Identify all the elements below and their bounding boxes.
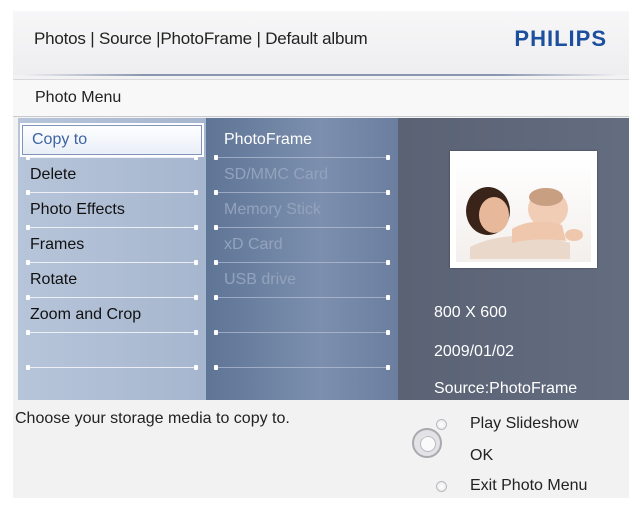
brand-logo: PHILIPS xyxy=(514,26,607,51)
help-text: Choose your storage media to copy to. xyxy=(15,410,290,427)
submenu-item-label: USB drive xyxy=(224,271,297,288)
menu-item-rotate[interactable]: Rotate xyxy=(18,263,206,297)
menu-item-frames[interactable]: Frames xyxy=(18,228,206,262)
header-divider xyxy=(23,74,619,76)
submenu-item-label: SD/MMC Card xyxy=(224,166,329,183)
photo-resolution: 800 X 600 xyxy=(434,304,507,321)
menu-item-copy-to[interactable]: Copy to xyxy=(20,123,204,157)
menu-item-label: Frames xyxy=(30,236,85,253)
divider xyxy=(26,365,198,370)
submenu-item-usb-drive: USB drive xyxy=(206,263,398,297)
photo-date: 2009/01/02 xyxy=(434,343,515,360)
menu-item-label: Zoom and Crop xyxy=(30,306,142,323)
submenu-item-memory-stick: Memory Stick xyxy=(206,193,398,227)
photo-thumbnail xyxy=(450,151,597,268)
divider xyxy=(214,330,390,335)
divider xyxy=(214,295,390,300)
ok-label: OK xyxy=(470,447,494,464)
submenu-item-sd-mmc-card: SD/MMC Card xyxy=(206,158,398,192)
submenu-item-photoframe[interactable]: PhotoFrame xyxy=(206,123,398,157)
submenu-item-label: xD Card xyxy=(224,236,283,253)
menu-item-label: Copy to xyxy=(32,131,88,148)
storage-submenu: PhotoFrame SD/MMC Card Memory Stick xD C… xyxy=(206,118,398,400)
photo-menu-list: Copy to Delete Photo Effects Frames Rota… xyxy=(18,118,206,400)
ok-button[interactable] xyxy=(412,428,442,458)
submenu-item-label: Memory Stick xyxy=(224,201,321,218)
page-title: Photo Menu xyxy=(35,89,122,106)
submenu-item-xd-card: xD Card xyxy=(206,228,398,262)
photo-info-panel: 800 X 600 2009/01/02 Source:PhotoFrame xyxy=(398,118,629,400)
menu-item-zoom-and-crop[interactable]: Zoom and Crop xyxy=(18,298,206,332)
exit-photo-menu-button-icon[interactable] xyxy=(436,481,447,492)
menu-item-label: Rotate xyxy=(30,271,78,288)
photo-source: Source:PhotoFrame xyxy=(434,380,578,397)
menu-item-delete[interactable]: Delete xyxy=(18,158,206,192)
photo-thumbnail-image xyxy=(456,157,591,262)
exit-photo-menu-label: Exit Photo Menu xyxy=(470,477,588,494)
divider xyxy=(214,365,390,370)
divider xyxy=(26,330,198,335)
submenu-item-label: PhotoFrame xyxy=(224,131,313,148)
play-slideshow-label: Play Slideshow xyxy=(470,415,579,432)
play-slideshow-button-icon[interactable] xyxy=(436,419,447,430)
menu-item-label: Delete xyxy=(30,166,77,183)
menu-item-label: Photo Effects xyxy=(30,201,125,218)
menu-panel: Copy to Delete Photo Effects Frames Rota… xyxy=(18,118,629,400)
menu-item-photo-effects[interactable]: Photo Effects xyxy=(18,193,206,227)
breadcrumb: Photos | Source |PhotoFrame | Default al… xyxy=(34,29,368,48)
header-bar: Photos | Source |PhotoFrame | Default al… xyxy=(13,11,629,76)
menu-title-bar: Photo Menu xyxy=(13,79,629,117)
